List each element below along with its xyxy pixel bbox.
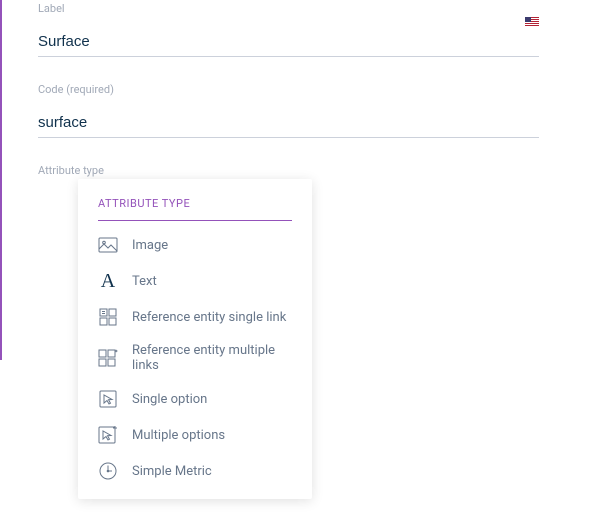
dropdown-header: ATTRIBUTE TYPE <box>98 197 292 221</box>
attribute-type-dropdown: ATTRIBUTE TYPE Image A Text Reference <box>78 179 312 499</box>
option-multiple[interactable]: Multiple options <box>78 417 312 453</box>
attribute-type-caption: Attribute type <box>38 164 539 177</box>
gauge-icon <box>98 461 118 481</box>
cursor-plus-icon <box>98 425 118 445</box>
code-input[interactable] <box>38 108 539 138</box>
code-caption: Code (required) <box>38 83 539 96</box>
option-metric[interactable]: Simple Metric <box>78 453 312 489</box>
image-icon <box>98 235 118 255</box>
option-image[interactable]: Image <box>78 227 312 263</box>
option-label: Image <box>132 238 168 253</box>
option-label: Single option <box>132 392 207 407</box>
option-text[interactable]: A Text <box>78 263 312 299</box>
option-label: Multiple options <box>132 428 225 443</box>
option-ref-single[interactable]: Reference entity single link <box>78 299 312 335</box>
option-label: Reference entity single link <box>132 310 286 325</box>
reference-multiple-icon <box>98 348 118 368</box>
attribute-type-field-group: Attribute type <box>38 164 539 177</box>
option-ref-multiple[interactable]: Reference entity multiple links <box>78 335 312 381</box>
option-label: Reference entity multiple links <box>132 343 292 373</box>
label-field-group: Label <box>38 2 539 57</box>
cursor-icon <box>98 389 118 409</box>
label-input[interactable] <box>38 27 539 57</box>
label-caption: Label <box>38 2 539 15</box>
locale-flag-us[interactable] <box>525 12 539 22</box>
text-icon: A <box>98 271 118 291</box>
option-single[interactable]: Single option <box>78 381 312 417</box>
option-label: Simple Metric <box>132 464 212 479</box>
code-field-group: Code (required) <box>38 83 539 138</box>
reference-single-icon <box>98 307 118 327</box>
option-label: Text <box>132 274 157 289</box>
